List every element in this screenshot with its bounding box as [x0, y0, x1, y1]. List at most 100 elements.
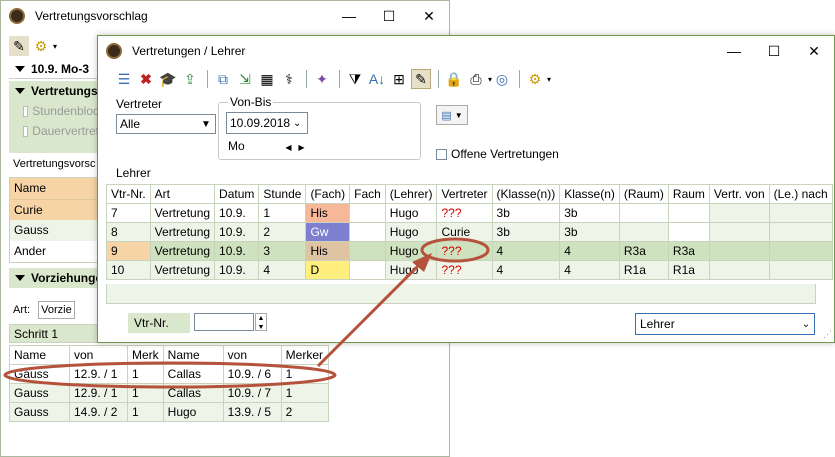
- chevron-down-icon[interactable]: ▾: [547, 75, 551, 84]
- calculator-icon[interactable]: ▦: [257, 69, 277, 89]
- cell: ???: [436, 260, 493, 280]
- cell: [618, 222, 669, 242]
- date-header[interactable]: 10.9. Mo-3: [9, 59, 99, 79]
- table-row[interactable]: 10 Vertretung 10.9. 4 D Hugo ??? 4 4 R1a…: [106, 260, 833, 280]
- grid-icon[interactable]: ⊞: [389, 69, 409, 89]
- gear-icon[interactable]: ⚙: [525, 69, 545, 89]
- lock-icon[interactable]: 🔒: [444, 69, 464, 89]
- col-header[interactable]: Merker: [280, 345, 330, 365]
- tab-vertretungsvorschlag[interactable]: Vertretungsvorsc: [9, 153, 99, 175]
- vertreter-label: Vertreter: [116, 97, 163, 111]
- filter-icon[interactable]: ⧩: [345, 69, 365, 89]
- chevron-down-icon[interactable]: ▾: [53, 42, 57, 51]
- spin-down-icon[interactable]: ▼: [256, 323, 266, 332]
- table-row[interactable]: Gauss 14.9. / 2 1 Hugo 13.9. / 5 2: [9, 402, 330, 422]
- next-day-icon[interactable]: ▶: [298, 143, 304, 152]
- maximize-button[interactable]: ☐: [369, 1, 409, 31]
- spin-up-icon[interactable]: ▲: [256, 314, 266, 323]
- cell: 3: [258, 241, 307, 261]
- day-stepper[interactable]: ◀ ▶: [282, 140, 308, 154]
- col-header[interactable]: Datum: [214, 184, 260, 204]
- col-header[interactable]: Vertreter: [436, 184, 493, 204]
- col-header[interactable]: Name: [162, 345, 224, 365]
- vorziehung-table: Name von Merk Name von Merker Gauss 12.9…: [9, 345, 330, 422]
- collapse-triangle-icon: [15, 65, 25, 72]
- chevron-down-icon[interactable]: ▼: [197, 119, 215, 130]
- wand-icon[interactable]: ✦: [312, 69, 332, 89]
- toolbar: ☰ ✖ 🎓 ⇪ ⧉ ⇲ ▦ ⚕ ✦ ⧩ A↓ ⊞ ✎ 🔒 ⎙ ▾ ◎ ⚙ ▾: [114, 67, 551, 91]
- vertreter-select[interactable]: Alle ▼: [116, 114, 216, 134]
- col-header[interactable]: (Le.) nach: [768, 184, 833, 204]
- col-header[interactable]: Art: [149, 184, 216, 204]
- table-row[interactable]: Gauss 12.9. / 1 1 Callas 10.9. / 6 1: [9, 364, 330, 384]
- list-icon[interactable]: ☰: [114, 69, 134, 89]
- import-icon[interactable]: ⇲: [235, 69, 255, 89]
- resize-grip-icon[interactable]: ⋰: [823, 329, 832, 340]
- cell: His: [305, 203, 351, 223]
- vtr-nr-input[interactable]: [194, 313, 254, 331]
- col-header[interactable]: von: [69, 345, 128, 365]
- prev-day-icon[interactable]: ◀: [285, 143, 291, 152]
- maximize-button[interactable]: ☐: [754, 36, 794, 66]
- cell: Vertretung: [149, 260, 216, 280]
- col-header[interactable]: (Fach): [305, 184, 351, 204]
- graduation-cap-icon[interactable]: 🎓: [158, 69, 178, 89]
- col-header[interactable]: (Lehrer): [384, 184, 438, 204]
- dauervertretung-checkbox[interactable]: Dauervertret: [9, 121, 99, 141]
- chevron-down-icon[interactable]: ⌄: [293, 118, 307, 129]
- cell: Curie: [436, 222, 493, 242]
- col-header[interactable]: (Klasse(n)): [491, 184, 561, 204]
- view-select[interactable]: Lehrer ⌄: [635, 313, 815, 335]
- table-row-selected[interactable]: 9 Vertretung 10.9. 3 His Hugo ??? 4 4 R3…: [106, 241, 833, 261]
- minimize-button[interactable]: —: [329, 1, 369, 31]
- cell: [667, 203, 710, 223]
- close-button[interactable]: ✕: [794, 36, 834, 66]
- section-header[interactable]: Vertretungs: [9, 81, 99, 101]
- col-header[interactable]: Merk: [127, 345, 164, 365]
- table-row[interactable]: 7 Vertretung 10.9. 1 His Hugo ??? 3b 3b: [106, 203, 833, 223]
- checkbox-box[interactable]: [23, 105, 29, 117]
- export-icon[interactable]: ⇪: [180, 69, 200, 89]
- delete-icon[interactable]: ✖: [136, 69, 156, 89]
- list-item[interactable]: Curie: [10, 199, 98, 220]
- section-vorziehungen[interactable]: Vorziehunge: [9, 268, 102, 288]
- cell: 7: [106, 203, 151, 223]
- col-header[interactable]: Fach: [349, 184, 386, 204]
- cell: 2: [258, 222, 307, 242]
- stethoscope-icon[interactable]: ⚕: [279, 69, 299, 89]
- table-row[interactable]: 8 Vertretung 10.9. 2 Gw Hugo Curie 3b 3b: [106, 222, 833, 242]
- checkbox-box[interactable]: [436, 148, 447, 160]
- col-header[interactable]: (Raum): [618, 184, 669, 204]
- col-header[interactable]: Raum: [667, 184, 710, 204]
- col-header[interactable]: Vtr-Nr.: [106, 184, 151, 204]
- art-select[interactable]: Vorzie: [38, 301, 75, 319]
- cell: 8: [106, 222, 151, 242]
- toolbar-separator: [339, 70, 340, 88]
- col-header[interactable]: Name: [9, 345, 70, 365]
- calendar-dropdown[interactable]: ▤ ▼: [436, 105, 468, 125]
- stundenblock-checkbox[interactable]: Stundenbloc: [9, 101, 99, 121]
- chevron-down-icon[interactable]: ⌄: [798, 319, 814, 330]
- globe-icon[interactable]: ◎: [492, 69, 512, 89]
- gear-icon[interactable]: ⚙: [31, 36, 51, 56]
- list-item[interactable]: Gauss: [10, 220, 98, 241]
- col-header[interactable]: Stunde: [258, 184, 307, 204]
- edit-pencil-icon[interactable]: ✎: [411, 69, 431, 89]
- close-button[interactable]: ✕: [409, 1, 449, 31]
- copy-icon[interactable]: ⧉: [213, 69, 233, 89]
- table-row[interactable]: Gauss 12.9. / 1 1 Callas 10.9. / 7 1: [9, 383, 330, 403]
- list-item[interactable]: Ander: [10, 241, 98, 262]
- col-header[interactable]: Klasse(n): [559, 184, 620, 204]
- sort-icon[interactable]: A↓: [367, 69, 387, 89]
- col-header[interactable]: von: [222, 345, 282, 365]
- edit-pencil-icon[interactable]: ✎: [9, 36, 29, 56]
- cell: [768, 203, 833, 223]
- minimize-button[interactable]: —: [714, 36, 754, 66]
- print-icon[interactable]: ⎙: [466, 69, 486, 89]
- date-picker[interactable]: 10.09.2018 ⌄: [226, 112, 308, 134]
- col-header[interactable]: Vertr. von: [708, 184, 770, 204]
- checkbox-box[interactable]: [23, 125, 29, 137]
- vtr-nr-spinner[interactable]: ▲ ▼: [255, 313, 267, 331]
- lehrer-label: Lehrer: [116, 166, 151, 180]
- offene-vertretungen-checkbox[interactable]: Offene Vertretungen: [436, 147, 559, 161]
